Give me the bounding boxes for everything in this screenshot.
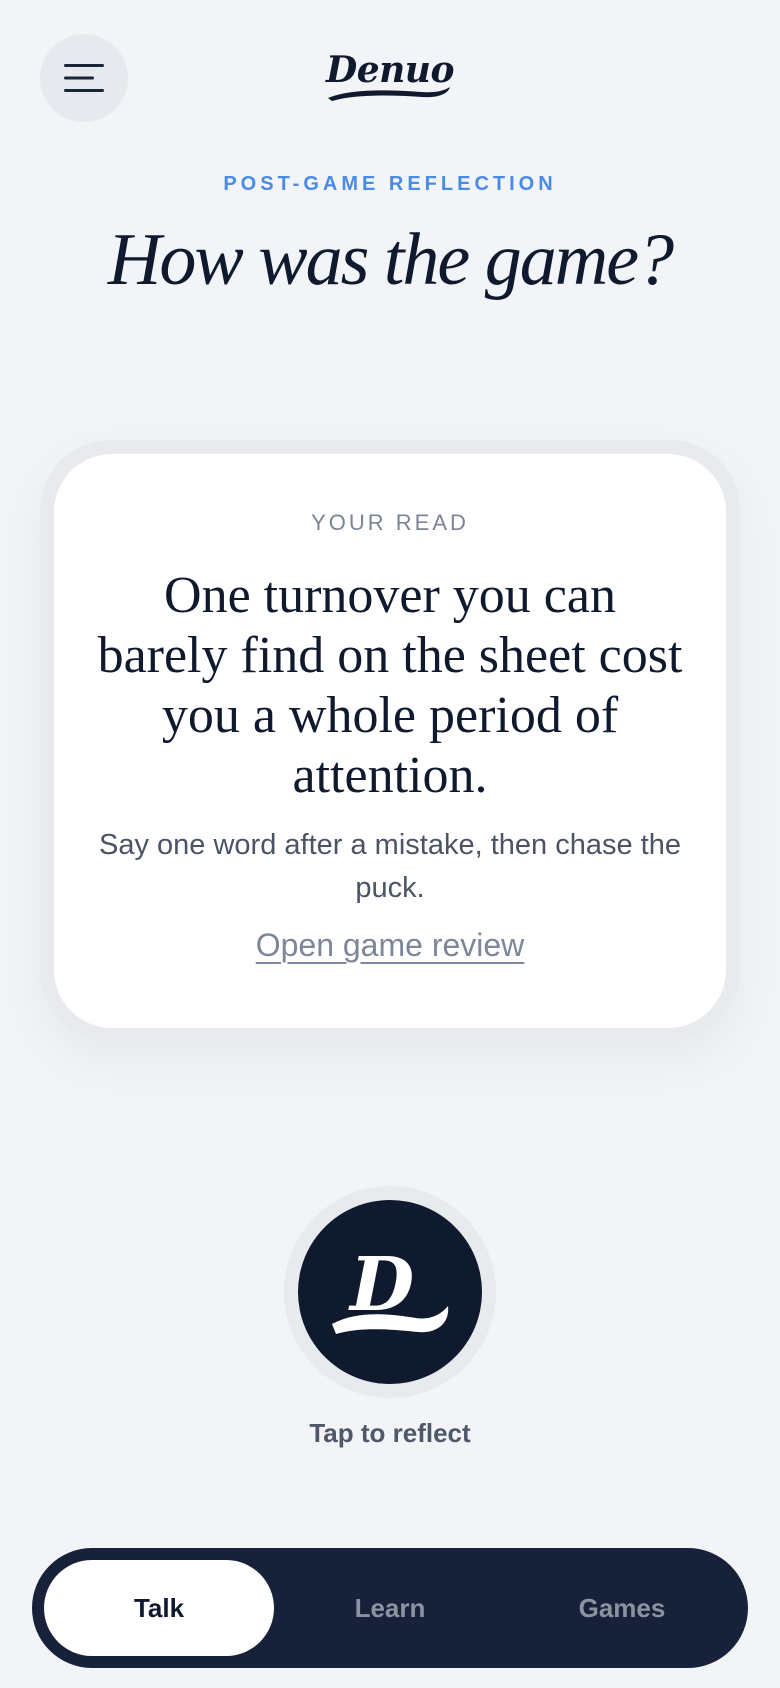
tab-games[interactable]: Games [506,1560,738,1656]
tab-talk[interactable]: Talk [44,1560,274,1656]
bottom-tab-bar: Talk Learn Games [32,1548,748,1668]
page-title: How was the game? [107,219,674,301]
logo-wordmark: Denuo [326,49,454,91]
card-quote: One turnover you can barely find on the … [97,567,683,804]
card-subtext: Say one word after a mistake, then chase… [99,829,681,904]
reflection-card: YOUR READ One turnover you can barely fi… [54,454,726,1028]
open-game-review-link[interactable]: Open game review [256,924,525,966]
tab-learn[interactable]: Learn [274,1560,506,1656]
section-eyebrow: POST-GAME REFLECTION [223,173,557,195]
logo-swoosh-icon [328,87,450,101]
denuo-d-logo-icon: D [328,1244,452,1340]
reflect-label: Tap to reflect [309,1418,471,1448]
reflect-button[interactable]: D [298,1200,482,1384]
card-label: YOUR READ [311,510,469,535]
app-logo: Denuo [0,49,780,101]
